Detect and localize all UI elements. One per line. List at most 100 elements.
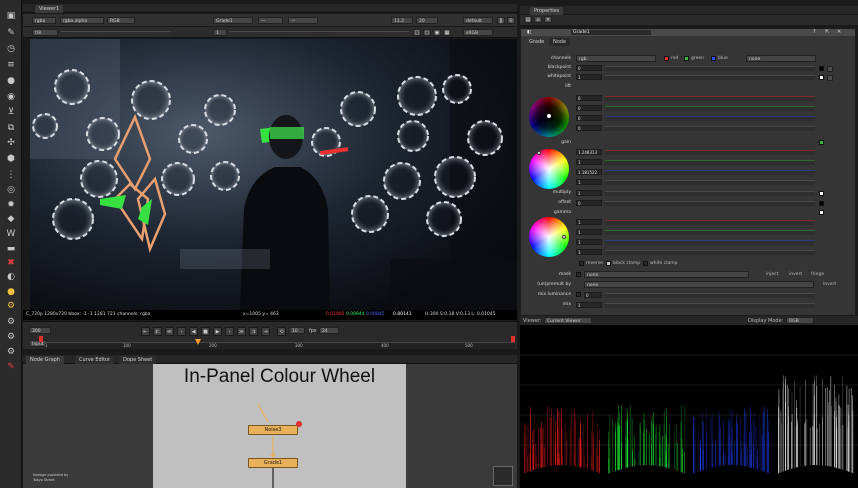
step-back-icon[interactable]: ‹	[177, 327, 186, 336]
gamma-r-slider[interactable]	[605, 220, 815, 225]
deep-icon[interactable]: ◆	[5, 214, 17, 224]
gamma-b-slider[interactable]	[605, 240, 815, 245]
help-icon[interactable]: ?	[813, 29, 816, 35]
script-icon[interactable]: ⚙	[5, 347, 17, 357]
gain-g-field[interactable]: 1	[576, 159, 602, 165]
prev-keyframe-icon[interactable]: ⇇	[153, 327, 162, 336]
gamma-a-slider[interactable]	[605, 250, 815, 255]
time-ruler[interactable]: 1 100 200 300 400 500	[45, 339, 515, 349]
node-color-icon[interactable]: ◧	[527, 30, 531, 35]
plugin-icon[interactable]: ●	[5, 287, 17, 297]
particles-icon[interactable]: ✹	[5, 200, 17, 210]
lift-wheel-handle[interactable]	[547, 114, 551, 118]
proxy-dropdown[interactable]: 20	[416, 17, 438, 24]
lift-r-slider[interactable]	[605, 96, 815, 101]
blackpoint-field[interactable]: 0	[576, 65, 602, 71]
pause-icon[interactable]: ‖	[497, 17, 505, 24]
grid-icon[interactable]: ▦	[443, 29, 451, 36]
last-frame-icon[interactable]: ⇥	[261, 327, 270, 336]
float-icon[interactable]: ⇱	[825, 29, 829, 35]
lift-b-slider[interactable]	[605, 116, 815, 121]
lut-dropdown[interactable]: default	[463, 17, 493, 24]
mix-luminance-field[interactable]: 0	[584, 292, 602, 298]
draw-icon[interactable]: ✎	[5, 28, 17, 38]
blackpoint-color-picker-icon[interactable]	[827, 66, 833, 72]
first-frame-icon[interactable]: ⇤	[141, 327, 150, 336]
gamma-a-field[interactable]: 1	[576, 249, 602, 255]
lock-panels-icon[interactable]: ⌂	[534, 16, 542, 23]
filter-icon[interactable]: ◉	[5, 92, 17, 102]
mix-luminance-slider[interactable]	[605, 293, 815, 298]
tab-curve-editor[interactable]: Curve Editor	[75, 356, 115, 364]
blue-checkbox[interactable]	[711, 56, 716, 61]
alpha-channel-dropdown[interactable]: none	[746, 55, 816, 62]
step-forward-increment-icon[interactable]: ≫	[237, 327, 246, 336]
multiply-field[interactable]: 1	[576, 190, 602, 196]
gain-wheel-handle[interactable]	[537, 151, 541, 155]
next-keyframe-icon[interactable]: ⇉	[249, 327, 258, 336]
gamma-b-field[interactable]: 1	[576, 239, 602, 245]
gamma-r-field[interactable]: 1	[576, 219, 602, 225]
merge-icon[interactable]: ⧉	[5, 123, 17, 133]
roi-icon[interactable]: □	[413, 29, 421, 36]
alpha-dropdown[interactable]: rgba.alpha	[60, 17, 104, 24]
minimap[interactable]	[493, 466, 513, 486]
lift-b-field[interactable]: 0	[576, 115, 602, 121]
a-input-dropdown[interactable]: Grade1	[213, 17, 253, 24]
settings-icon[interactable]: ⚙	[5, 332, 17, 342]
gain-a-slider[interactable]	[605, 180, 815, 185]
ofx-icon[interactable]: ✖	[5, 258, 17, 268]
stop-icon[interactable]: ■	[201, 327, 210, 336]
compare-dropdown[interactable]: —	[258, 17, 283, 24]
gain-g-slider[interactable]	[605, 160, 815, 165]
gain-r-slider[interactable]	[605, 150, 815, 155]
b-input-dropdown[interactable]: —	[288, 17, 318, 24]
fps-field[interactable]: 24	[319, 327, 339, 334]
channels-dropdown[interactable]: rgb	[576, 55, 656, 62]
out-point-marker[interactable]	[511, 336, 515, 342]
gain-slider[interactable]	[61, 31, 171, 36]
green-checkbox[interactable]	[684, 56, 689, 61]
play-backward-icon[interactable]: ◀	[189, 327, 198, 336]
display-mode-dropdown[interactable]: RGB	[786, 317, 814, 324]
lock-icon[interactable]: ⌾	[507, 17, 515, 24]
gain-field[interactable]: f/8	[32, 29, 58, 36]
zoom-dropdown[interactable]: 11.2	[391, 17, 413, 24]
in-point-marker[interactable]	[39, 336, 43, 342]
step-back-increment-icon[interactable]: ≪	[165, 327, 174, 336]
clear-panels-icon[interactable]: ✕	[544, 16, 552, 23]
image-read-icon[interactable]: ▣	[5, 11, 17, 21]
unpremult-dropdown[interactable]: none	[584, 281, 814, 288]
gizmo-icon[interactable]: ⚙	[5, 301, 17, 311]
color-icon[interactable]: ●	[5, 76, 17, 86]
frame-field[interactable]: 300	[29, 327, 51, 334]
tab-grade[interactable]: Grade	[525, 38, 549, 46]
lift-a-field[interactable]: 0	[576, 125, 602, 131]
black-clamp-checkbox[interactable]	[606, 261, 611, 266]
time-icon[interactable]: ◷	[5, 44, 17, 54]
whitepoint-field[interactable]: 1	[576, 74, 602, 80]
gain-b-slider[interactable]	[605, 170, 815, 175]
playhead[interactable]	[195, 339, 201, 345]
offset-slider[interactable]	[605, 201, 815, 206]
whitepoint-swatch[interactable]	[819, 75, 824, 80]
channel-icon[interactable]: ≡	[5, 60, 17, 70]
nuke-icon[interactable]: ✎	[5, 362, 17, 372]
gamma-slider[interactable]	[229, 31, 409, 36]
multiply-slider[interactable]	[605, 191, 815, 196]
blackpoint-swatch[interactable]	[819, 66, 824, 71]
mask-checkbox[interactable]	[576, 272, 581, 277]
max-panels-icon[interactable]: ▤	[524, 16, 532, 23]
white-clamp-checkbox[interactable]	[643, 261, 648, 266]
play-forward-icon[interactable]: ▶	[213, 327, 222, 336]
node-name-field[interactable]: Grade1	[571, 30, 651, 35]
gain-a-field[interactable]: 1	[576, 179, 602, 185]
mix-field[interactable]: 1	[576, 302, 602, 308]
close-icon[interactable]: ✕	[837, 29, 841, 35]
multiply-swatch[interactable]	[819, 191, 824, 196]
node-noise3[interactable]: Noise3	[248, 425, 298, 435]
user-icon[interactable]: ⚙	[5, 317, 17, 327]
views-icon[interactable]: ⋮	[5, 170, 17, 180]
increment-field[interactable]: 10	[289, 327, 305, 334]
reverse-checkbox[interactable]	[579, 261, 584, 266]
